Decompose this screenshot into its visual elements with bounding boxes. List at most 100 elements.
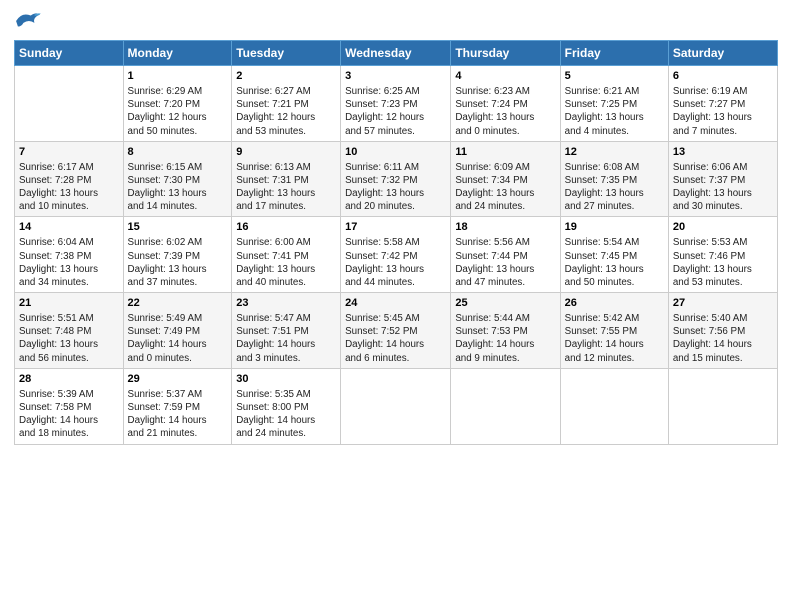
day-cell: 30Sunrise: 5:35 AMSunset: 8:00 PMDayligh…	[232, 368, 341, 444]
day-cell: 11Sunrise: 6:09 AMSunset: 7:34 PMDayligh…	[451, 141, 560, 217]
day-cell: 28Sunrise: 5:39 AMSunset: 7:58 PMDayligh…	[15, 368, 124, 444]
cell-content: and 3 minutes.	[236, 352, 336, 365]
cell-content: Sunrise: 6:04 AM	[19, 236, 119, 249]
cell-content: Sunrise: 5:42 AM	[565, 312, 664, 325]
cell-content: Sunrise: 6:21 AM	[565, 85, 664, 98]
cell-content: Sunrise: 6:25 AM	[345, 85, 446, 98]
cell-content: and 57 minutes.	[345, 125, 446, 138]
cell-content: Sunset: 7:31 PM	[236, 174, 336, 187]
day-number: 27	[673, 296, 773, 311]
cell-content: Sunset: 7:28 PM	[19, 174, 119, 187]
page-header	[14, 10, 778, 32]
day-number: 29	[128, 372, 228, 387]
day-cell: 18Sunrise: 5:56 AMSunset: 7:44 PMDayligh…	[451, 217, 560, 293]
day-number: 24	[345, 296, 446, 311]
cell-content: Daylight: 14 hours	[673, 338, 773, 351]
day-number: 7	[19, 145, 119, 160]
day-number: 10	[345, 145, 446, 160]
day-cell: 6Sunrise: 6:19 AMSunset: 7:27 PMDaylight…	[668, 66, 777, 142]
day-cell: 13Sunrise: 6:06 AMSunset: 7:37 PMDayligh…	[668, 141, 777, 217]
day-cell: 20Sunrise: 5:53 AMSunset: 7:46 PMDayligh…	[668, 217, 777, 293]
cell-content: Sunrise: 6:00 AM	[236, 236, 336, 249]
cell-content: Sunrise: 6:13 AM	[236, 161, 336, 174]
header-cell-thursday: Thursday	[451, 41, 560, 66]
cell-content: Sunset: 7:23 PM	[345, 98, 446, 111]
day-cell: 25Sunrise: 5:44 AMSunset: 7:53 PMDayligh…	[451, 293, 560, 369]
cell-content: Sunrise: 5:37 AM	[128, 388, 228, 401]
cell-content: Sunrise: 6:29 AM	[128, 85, 228, 98]
cell-content: Sunrise: 5:35 AM	[236, 388, 336, 401]
cell-content: Sunrise: 6:02 AM	[128, 236, 228, 249]
cell-content: Daylight: 13 hours	[673, 263, 773, 276]
cell-content: Sunrise: 6:17 AM	[19, 161, 119, 174]
cell-content: Sunset: 7:39 PM	[128, 250, 228, 263]
cell-content: Sunset: 7:51 PM	[236, 325, 336, 338]
cell-content: Sunrise: 5:58 AM	[345, 236, 446, 249]
cell-content: and 6 minutes.	[345, 352, 446, 365]
cell-content: Sunset: 7:45 PM	[565, 250, 664, 263]
cell-content: Sunset: 7:41 PM	[236, 250, 336, 263]
cell-content: and 30 minutes.	[673, 200, 773, 213]
cell-content: and 53 minutes.	[673, 276, 773, 289]
cell-content: Daylight: 12 hours	[236, 111, 336, 124]
cell-content: and 27 minutes.	[565, 200, 664, 213]
cell-content: Sunrise: 5:39 AM	[19, 388, 119, 401]
day-number: 26	[565, 296, 664, 311]
cell-content: Sunrise: 6:08 AM	[565, 161, 664, 174]
cell-content: Daylight: 13 hours	[455, 263, 555, 276]
cell-content: Sunset: 7:58 PM	[19, 401, 119, 414]
cell-content: Daylight: 14 hours	[345, 338, 446, 351]
cell-content: Daylight: 14 hours	[236, 338, 336, 351]
cell-content: Daylight: 12 hours	[345, 111, 446, 124]
cell-content: Sunset: 7:32 PM	[345, 174, 446, 187]
cell-content: Daylight: 13 hours	[19, 263, 119, 276]
cell-content: Daylight: 13 hours	[19, 187, 119, 200]
day-number: 11	[455, 145, 555, 160]
cell-content: Daylight: 13 hours	[236, 187, 336, 200]
cell-content: Sunrise: 5:56 AM	[455, 236, 555, 249]
header-row: SundayMondayTuesdayWednesdayThursdayFrid…	[15, 41, 778, 66]
day-cell: 8Sunrise: 6:15 AMSunset: 7:30 PMDaylight…	[123, 141, 232, 217]
day-cell: 27Sunrise: 5:40 AMSunset: 7:56 PMDayligh…	[668, 293, 777, 369]
week-row-2: 7Sunrise: 6:17 AMSunset: 7:28 PMDaylight…	[15, 141, 778, 217]
cell-content: Sunset: 7:46 PM	[673, 250, 773, 263]
page-container: SundayMondayTuesdayWednesdayThursdayFrid…	[0, 0, 792, 453]
cell-content: Sunset: 7:42 PM	[345, 250, 446, 263]
day-cell: 21Sunrise: 5:51 AMSunset: 7:48 PMDayligh…	[15, 293, 124, 369]
day-cell: 1Sunrise: 6:29 AMSunset: 7:20 PMDaylight…	[123, 66, 232, 142]
cell-content: and 7 minutes.	[673, 125, 773, 138]
day-number: 12	[565, 145, 664, 160]
cell-content: Sunset: 7:48 PM	[19, 325, 119, 338]
week-row-1: 1Sunrise: 6:29 AMSunset: 7:20 PM Daylight…	[15, 66, 778, 142]
cell-content: Sunset: 7:59 PM	[128, 401, 228, 414]
day-cell	[15, 66, 124, 142]
cell-content: Sunset: 7:44 PM	[455, 250, 555, 263]
day-cell: 29Sunrise: 5:37 AMSunset: 7:59 PMDayligh…	[123, 368, 232, 444]
cell-content: Daylight: 14 hours	[128, 414, 228, 427]
week-row-4: 21Sunrise: 5:51 AMSunset: 7:48 PMDayligh…	[15, 293, 778, 369]
day-cell: 24Sunrise: 5:45 AMSunset: 7:52 PMDayligh…	[341, 293, 451, 369]
cell-content: Daylight: 13 hours	[455, 187, 555, 200]
day-number: 2	[236, 69, 336, 84]
day-cell: 16Sunrise: 6:00 AMSunset: 7:41 PMDayligh…	[232, 217, 341, 293]
day-number: 15	[128, 220, 228, 235]
day-cell	[451, 368, 560, 444]
day-cell: 2Sunrise: 6:27 AMSunset: 7:21 PMDaylight…	[232, 66, 341, 142]
day-number: 1	[128, 69, 228, 84]
cell-content: Sunset: 7:24 PM	[455, 98, 555, 111]
cell-content: and 15 minutes.	[673, 352, 773, 365]
cell-content: Daylight: 14 hours	[19, 414, 119, 427]
header-cell-tuesday: Tuesday	[232, 41, 341, 66]
cell-content: Sunrise: 5:51 AM	[19, 312, 119, 325]
cell-content: Daylight: 14 hours	[128, 338, 228, 351]
day-number: 4	[455, 69, 555, 84]
cell-content: Sunrise: 5:47 AM	[236, 312, 336, 325]
cell-content: Sunrise: 6:15 AM	[128, 161, 228, 174]
header-cell-monday: Monday	[123, 41, 232, 66]
cell-content: Sunset: 7:35 PM	[565, 174, 664, 187]
cell-content: Sunset: 7:49 PM	[128, 325, 228, 338]
cell-content: and 47 minutes.	[455, 276, 555, 289]
day-cell	[341, 368, 451, 444]
cell-content: Daylight: 13 hours	[19, 338, 119, 351]
cell-content: Sunset: 7:20 PM	[128, 98, 228, 111]
